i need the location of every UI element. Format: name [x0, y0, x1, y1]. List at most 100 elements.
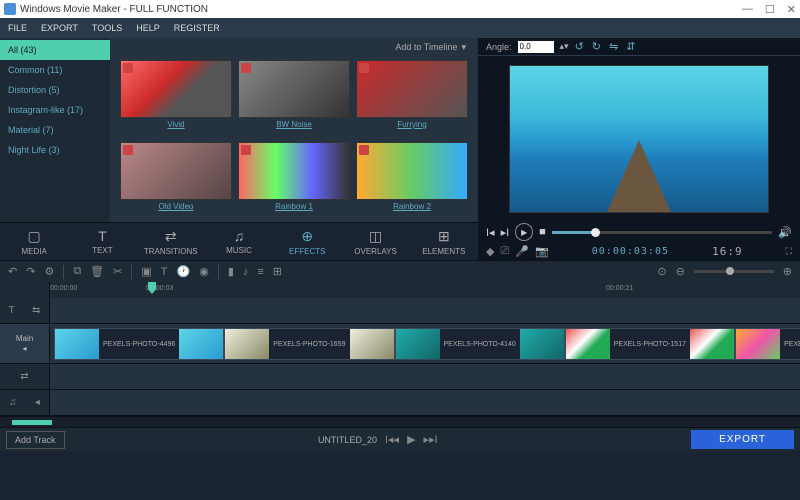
playhead[interactable] [148, 282, 156, 294]
skip-fwd-icon[interactable]: ▸I [501, 226, 510, 239]
skip-back-icon[interactable]: I◂ [486, 226, 495, 239]
minimize-button[interactable]: — [742, 3, 753, 16]
zoom-slider[interactable] [694, 270, 774, 273]
flip-h-icon[interactable]: ⇋ [609, 40, 618, 53]
export-button[interactable]: EXPORT [691, 430, 794, 449]
app-logo-icon [4, 3, 16, 15]
next-frame-icon[interactable]: ▸▸I [424, 433, 438, 446]
camera-icon[interactable]: ⎚ [500, 245, 509, 258]
sidebar-item-instagram[interactable]: Instagram-like (17) [0, 100, 110, 120]
time-ruler[interactable]: 00:00:00 00:00:03 00:00:21 [0, 282, 800, 298]
footer-play-icon[interactable]: ▶ [407, 433, 415, 446]
expand-icon[interactable]: ⊞ [273, 265, 282, 278]
window-title: Windows Movie Maker - FULL FUNCTION [20, 4, 742, 15]
stop-button[interactable]: ■ [539, 226, 546, 238]
effect-thumb[interactable]: Rainbow 1 [238, 142, 350, 218]
effect-thumb[interactable]: Rainbow 2 [356, 142, 468, 218]
audio-icon[interactable]: ♪ [243, 266, 249, 278]
settings-icon[interactable]: ⚙ [44, 265, 54, 278]
tab-overlays[interactable]: ◫OVERLAYS [341, 228, 409, 256]
menu-tools[interactable]: TOOLS [92, 23, 122, 33]
text-track[interactable]: T⇆ [0, 298, 800, 324]
effect-thumb[interactable]: BW Noise [238, 60, 350, 136]
redo-icon[interactable]: ↷ [26, 265, 35, 278]
overlays-icon: ◫ [369, 228, 382, 245]
snapshot-icon[interactable]: 📷 [535, 245, 549, 258]
tab-elements[interactable]: ⊞ELEMENTS [410, 228, 478, 256]
record-icon[interactable]: ◉ [199, 265, 209, 278]
volume-icon[interactable]: 🔊 [778, 226, 792, 239]
music-track-icon: ♫ [9, 397, 17, 408]
delete-icon[interactable]: 🗑 [90, 265, 104, 278]
clock-icon[interactable]: 🕐 [177, 265, 191, 278]
link-icon[interactable]: ⇆ [32, 305, 40, 316]
adjust-icon[interactable]: ≡ [257, 266, 263, 278]
undo-icon[interactable]: ↶ [8, 265, 17, 278]
tab-media[interactable]: ▢MEDIA [0, 228, 68, 256]
text-track-icon: T [9, 305, 15, 316]
aspect-ratio[interactable]: 16:9 [712, 245, 743, 258]
tab-text[interactable]: TTEXT [68, 228, 136, 255]
sidebar-item-all[interactable]: All (43) [0, 40, 110, 60]
copy-icon[interactable]: ⧉ [73, 265, 81, 278]
sidebar-item-material[interactable]: Material (7) [0, 120, 110, 140]
play-button[interactable]: ▶ [515, 223, 533, 241]
crop-icon[interactable]: ▣ [141, 265, 151, 278]
menu-export[interactable]: EXPORT [41, 23, 78, 33]
menu-file[interactable]: FILE [8, 23, 27, 33]
sidebar-item-nightlife[interactable]: Night Life (3) [0, 140, 110, 160]
mic-icon[interactable]: 🎤 [515, 245, 529, 258]
tab-transitions[interactable]: ⇄TRANSITIONS [137, 228, 205, 256]
chevron-down-icon[interactable]: ▾ [461, 42, 466, 53]
clip[interactable]: PEXELS-PHOTO-1659 [224, 328, 394, 360]
rotate-cw-icon[interactable]: ↻ [592, 40, 601, 53]
menu-register[interactable]: REGISTER [174, 23, 220, 33]
project-name: UNTITLED_20 [318, 435, 377, 445]
angle-input[interactable] [518, 41, 554, 53]
clip[interactable]: PEXELS-PHOTO-3817 [735, 328, 800, 360]
audio-track[interactable]: ♫◂ [0, 390, 800, 416]
chevron-left-icon[interactable]: ◂ [35, 397, 40, 408]
tab-effects[interactable]: ⊕EFFECTS [273, 228, 341, 256]
text-tool-icon[interactable]: T [161, 266, 168, 278]
music-icon: ♫ [234, 228, 245, 244]
add-track-button[interactable]: Add Track [6, 431, 65, 449]
marker-icon[interactable]: ▮ [228, 265, 234, 278]
sidebar-item-distortion[interactable]: Distortion (5) [0, 80, 110, 100]
timeline: 00:00:00 00:00:03 00:00:21 T⇆ Main◂ PEXE… [0, 282, 800, 427]
menu-help[interactable]: HELP [136, 23, 160, 33]
preview-viewport [478, 56, 800, 222]
flip-v-icon[interactable]: ⇵ [626, 40, 635, 53]
tab-music[interactable]: ♫MUSIC [205, 228, 273, 255]
zoom-out-icon[interactable]: ⊖ [676, 265, 685, 278]
split-icon[interactable]: ✂ [113, 265, 122, 278]
clip[interactable]: PEXELS-PHOTO-4496 [54, 328, 224, 360]
sidebar-item-common[interactable]: Common (11) [0, 60, 110, 80]
main-video-track[interactable]: Main◂ PEXELS-PHOTO-4496 PEXELS-PHOTO-165… [0, 324, 800, 364]
effect-thumb[interactable]: Furrying [356, 60, 468, 136]
zoom-fit-icon[interactable]: ⊙ [657, 265, 666, 278]
clip[interactable]: PEXELS-PHOTO-4140 [395, 328, 565, 360]
angle-stepper-icon[interactable]: ▴▾ [560, 41, 569, 52]
close-button[interactable]: ✕ [787, 3, 796, 16]
maximize-button[interactable]: ☐ [765, 3, 775, 16]
media-icon: ▢ [28, 228, 41, 245]
add-to-timeline-button[interactable]: Add to Timeline [395, 42, 457, 52]
preview-frame [509, 65, 769, 213]
timeline-toolbar: ↶ ↷ ⚙ ⧉ 🗑 ✂ ▣ T 🕐 ◉ ▮ ♪ ≡ ⊞ ⊙ ⊖ ⊕ [0, 260, 800, 282]
fullscreen-icon[interactable]: ⛶ [786, 246, 792, 257]
effects-track[interactable]: ⇄ [0, 364, 800, 390]
zoom-in-icon[interactable]: ⊕ [783, 265, 792, 278]
seek-slider[interactable] [552, 231, 772, 234]
timeline-scrollbar[interactable] [0, 417, 800, 427]
effect-thumb[interactable]: Vivid [120, 60, 232, 136]
clip[interactable]: PEXELS-PHOTO-1517 [565, 328, 735, 360]
chevron-left-icon[interactable]: ◂ [22, 344, 26, 353]
titlebar: Windows Movie Maker - FULL FUNCTION — ☐ … [0, 0, 800, 18]
preview-timecode: 00:00:03:05 [592, 246, 669, 257]
color-icon[interactable]: ◆ [486, 245, 494, 258]
prev-frame-icon[interactable]: I◂◂ [385, 433, 399, 446]
rotate-ccw-icon[interactable]: ↺ [575, 40, 584, 53]
module-tabs: ▢MEDIA TTEXT ⇄TRANSITIONS ♫MUSIC ⊕EFFECT… [0, 222, 478, 260]
effect-thumb[interactable]: Old Video [120, 142, 232, 218]
